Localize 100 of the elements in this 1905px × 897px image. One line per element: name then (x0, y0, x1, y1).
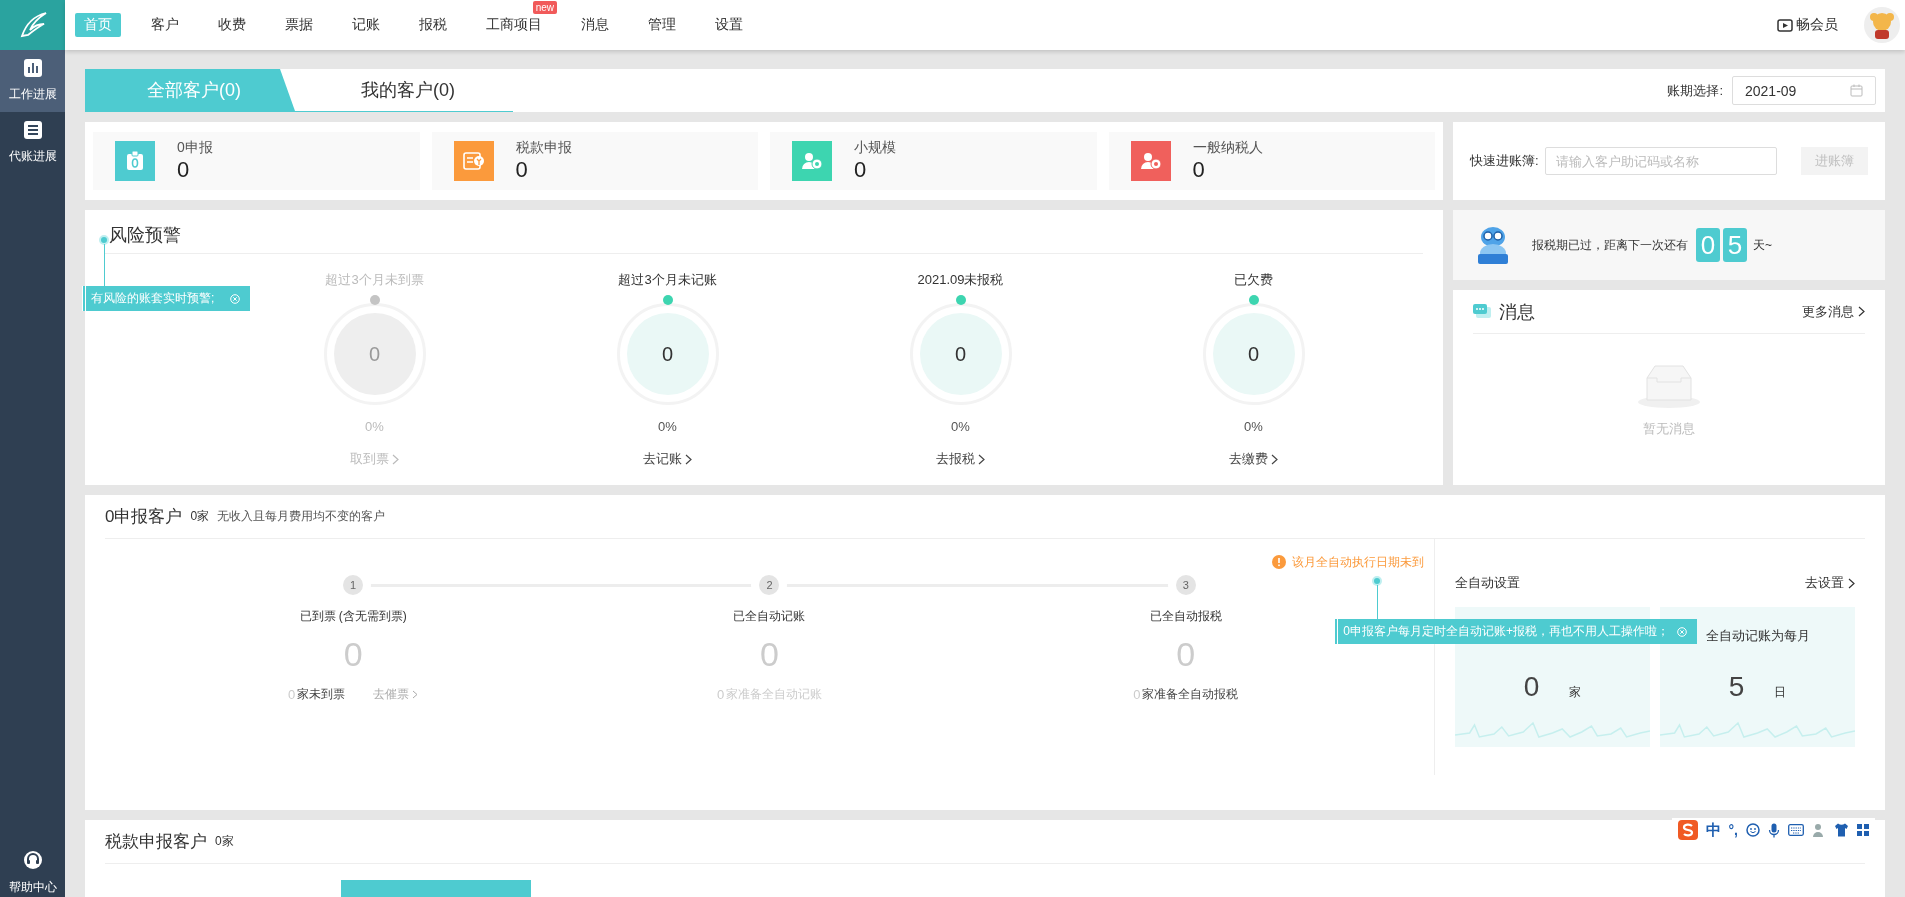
new-badge: new (532, 1, 557, 14)
nav-tab[interactable]: 收费 (209, 13, 255, 37)
empty-message-text: 暂无消息 (1643, 420, 1695, 438)
auto-card-unit: 家 (1569, 684, 1582, 701)
video-icon (1777, 18, 1793, 32)
section-description: 无收入且每月费用均不变的客户 (217, 508, 386, 525)
keyboard-icon[interactable] (1788, 824, 1804, 836)
gauge-percent: 0% (951, 419, 970, 434)
nav-tab[interactable]: 消息 (572, 13, 618, 37)
member-link[interactable]: 畅会员 (1777, 16, 1838, 34)
chevron-icon (978, 453, 985, 465)
smiley-icon[interactable] (1746, 823, 1760, 837)
section-title: 风险预警 (109, 224, 181, 247)
step-label: 已全自动记账 (733, 608, 806, 625)
sidebar-item[interactable]: 工作进展 (0, 50, 65, 112)
headset-icon (22, 850, 43, 870)
customer-count: 0家 (215, 833, 234, 850)
list-icon (23, 121, 42, 139)
gauge-link[interactable]: 去缴费 (1229, 450, 1278, 468)
chevron-icon (1848, 577, 1855, 589)
countdown-unit: 天~ (1753, 236, 1772, 254)
auto-card-label: 全自动记账为每月 (1705, 628, 1810, 643)
nav-tab[interactable]: 管理 (639, 13, 685, 37)
auto-card-unit: 日 (1774, 684, 1787, 701)
gauge-dot (662, 295, 673, 305)
gauge-label: 超过3个月未记账 (618, 271, 717, 289)
customer-count: 0家 (190, 508, 210, 525)
quick-entry-label: 快速进账簿: (1470, 152, 1539, 170)
auto-settings-title: 全自动设置 (1455, 574, 1520, 592)
gauge-label: 已欠费 (1234, 271, 1273, 289)
nav-tab[interactable]: 票据 (276, 13, 322, 37)
stat-label: 一般纳税人 (1192, 139, 1263, 157)
message-icon (1473, 304, 1491, 319)
step-footer-text: 家未到票 (297, 686, 346, 703)
stat-label: 小规模 (854, 139, 896, 157)
gauge-dot (369, 295, 380, 305)
sidebar-item[interactable]: 代账进展 (0, 112, 65, 174)
gauge-value: 0 (954, 342, 967, 366)
tooltip: 有风险的账套实时预警; (82, 286, 251, 311)
gauge-percent: 0% (365, 419, 384, 434)
gauge-value: 0 (368, 342, 381, 366)
countdown-digit: 5 (1723, 228, 1747, 262)
nav-tab[interactable]: 工商项目 (477, 13, 551, 37)
gauge-link[interactable]: 去记账 (643, 450, 692, 468)
gauge-dot (1248, 295, 1259, 305)
step-footer-text: 家准备全自动报税 (1142, 686, 1239, 703)
section-title: 0申报客户 (105, 506, 183, 528)
step-label: 已全自动报税 (1149, 608, 1222, 625)
stat-card[interactable]: 小规模 0 (770, 132, 1097, 190)
stat-value: 0 (854, 157, 868, 183)
chevron-icon (412, 690, 419, 699)
settings-link[interactable]: 去设置 (1805, 574, 1855, 592)
chart-icon (23, 59, 42, 77)
chevron-icon (1858, 306, 1865, 317)
calendar-icon (1850, 84, 1863, 97)
avatar-icon[interactable] (1864, 7, 1900, 43)
countdown-digit: 0 (1696, 228, 1720, 262)
stat-card[interactable]: 一般纳税人 0 (1108, 132, 1435, 190)
chevron-icon (1271, 453, 1278, 465)
auto-card-value: 5 (1728, 671, 1745, 703)
shirt-icon[interactable] (1834, 823, 1849, 837)
gauge-label: 2021.09未报税 (917, 271, 1004, 289)
nav-tab[interactable]: 客户 (142, 13, 188, 37)
gauge-link[interactable]: 去报税 (936, 450, 985, 468)
step-label: 已到票 (含无需到票) (299, 608, 407, 625)
gauge-value: 0 (661, 342, 674, 366)
gauge-percent: 0% (1244, 419, 1263, 434)
stat-value: 0 (515, 157, 529, 183)
countdown-text: 报税期已过，距离下一次还有 (1532, 236, 1688, 254)
empty-inbox-icon (1637, 364, 1701, 408)
auto-card-value: 0 (1523, 671, 1540, 703)
stat-label: 税款申报 (515, 139, 572, 157)
chevron-icon (392, 453, 399, 465)
gauge-value: 0 (1247, 342, 1260, 366)
gauge-label: 超过3个月未到票 (325, 271, 424, 289)
help-center-link[interactable]: 帮助中心 (0, 842, 65, 897)
date-field[interactable]: 2021-09 (1732, 76, 1876, 105)
more-messages-link[interactable]: 更多消息 (1802, 302, 1865, 321)
microphone-icon[interactable] (1768, 822, 1780, 838)
stat-card[interactable]: 0申报 0 (93, 132, 420, 190)
nav-tab[interactable]: 报税 (410, 13, 456, 37)
ime-toolbar[interactable]: 中 °, (1671, 818, 1875, 842)
ime-punctuation[interactable]: °, (1728, 822, 1738, 838)
nav-tab[interactable]: 设置 (706, 13, 752, 37)
tooltip: 0申报客户每月定时全自动记账+报税，再也不用人工操作啦； (1334, 619, 1697, 644)
grid-icon[interactable] (1857, 824, 1869, 836)
stat-label: 0申报 (177, 139, 213, 157)
gauge-percent: 0% (658, 419, 677, 434)
section-title: 税款申报客户 (105, 831, 207, 853)
stat-value: 0 (1192, 157, 1206, 183)
period-label: 账期选择: (1667, 81, 1723, 100)
warning-text: 该月全自动执行日期未到 (1292, 553, 1424, 571)
ime-mode[interactable]: 中 (1705, 820, 1721, 840)
stat-value: 0 (177, 157, 191, 183)
customer-tab[interactable]: 我的客户(0) (303, 69, 513, 111)
stat-card[interactable]: 税款申报 0 (431, 132, 758, 190)
warning-icon (1272, 555, 1286, 569)
nav-tab[interactable]: 记账 (343, 13, 389, 37)
chevron-icon (685, 453, 692, 465)
gauge-dot (955, 295, 966, 305)
